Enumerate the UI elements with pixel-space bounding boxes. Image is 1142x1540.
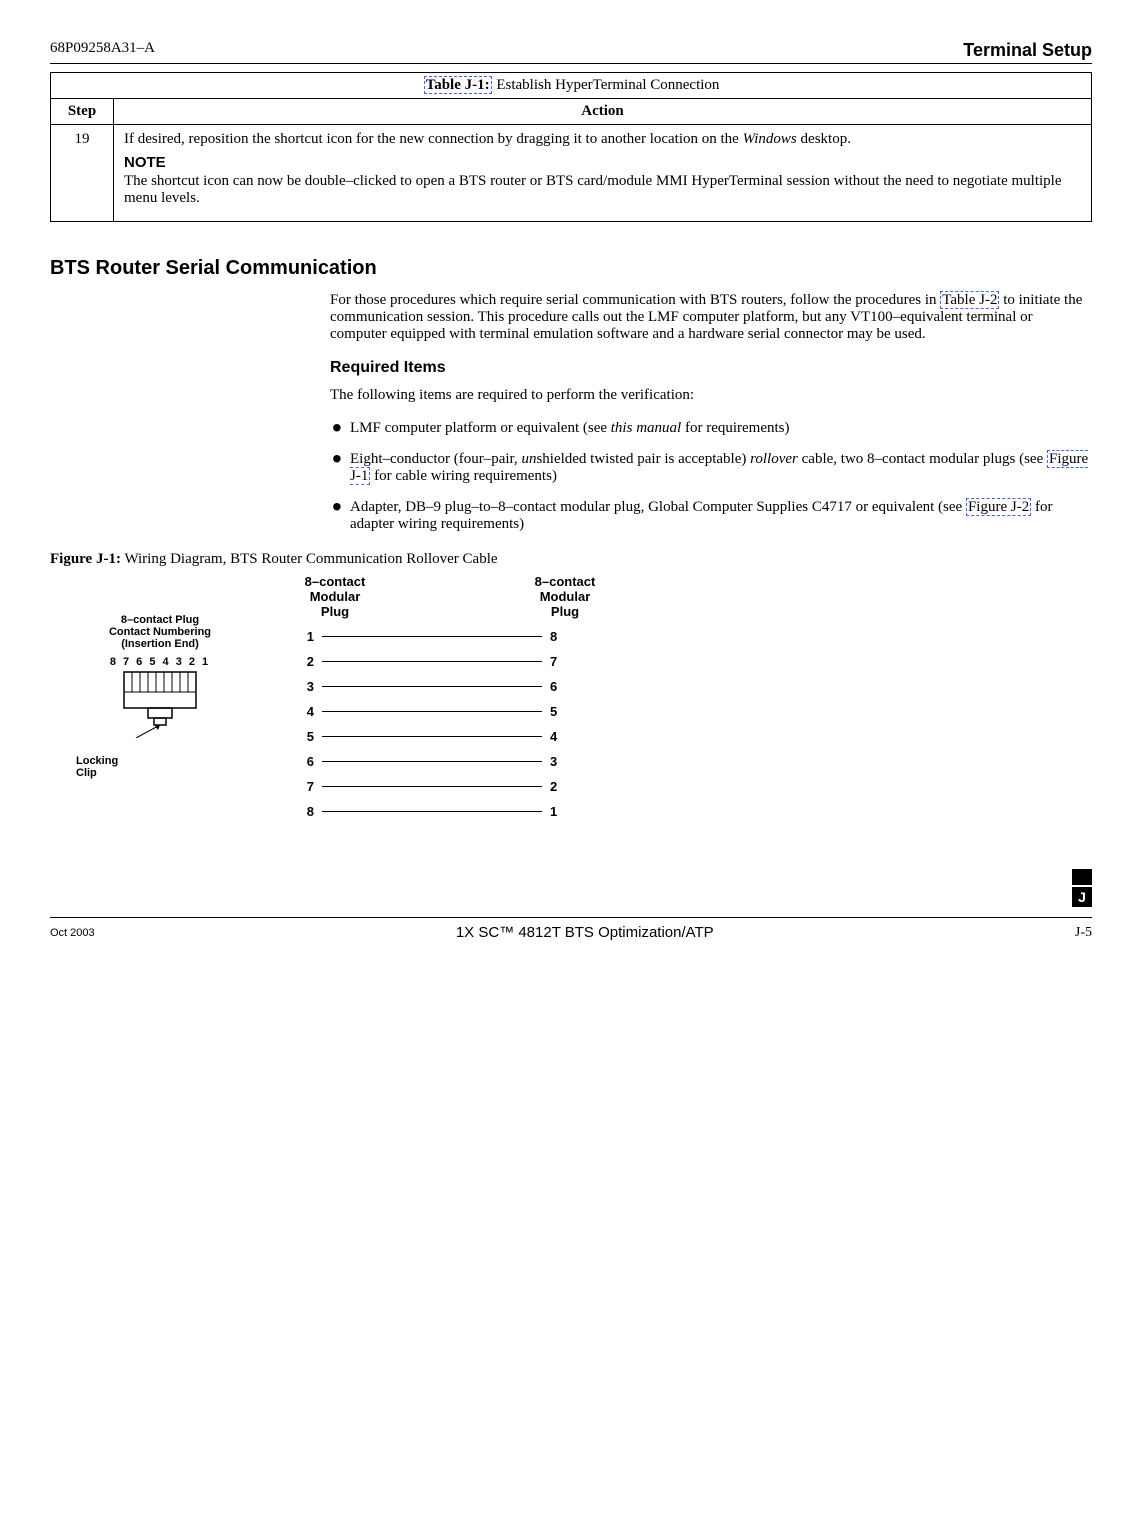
side-tab-marker — [1072, 869, 1092, 885]
figure-caption-bold: Figure J-1: — [50, 551, 121, 567]
wiring-right-pin: 8 — [550, 629, 574, 644]
wiring-right-pin: 3 — [550, 754, 574, 769]
wiring-row: 63 — [290, 754, 610, 769]
locking-clip-label: Locking Clip — [70, 755, 250, 779]
wiring-header: 8–contact Modular Plug 8–contact Modular… — [290, 574, 610, 619]
wiring-right-pin: 2 — [550, 779, 574, 794]
pin-numbers: 8 7 6 5 4 3 2 1 — [70, 656, 250, 668]
footer-date: Oct 2003 — [50, 927, 95, 939]
wiring-wire-icon — [322, 761, 542, 762]
wiring-right-pin: 5 — [550, 704, 574, 719]
table-j1-link[interactable]: Table J-1: — [423, 77, 493, 93]
col-step-header: Step — [51, 99, 114, 125]
section-body: For those procedures which require seria… — [330, 292, 1092, 533]
wiring-row: 27 — [290, 654, 610, 669]
table-header-row: Step Action — [51, 99, 1092, 125]
action-paragraph-1: If desired, reposition the shortcut icon… — [124, 131, 1081, 148]
step-number: 19 — [51, 125, 114, 222]
table-caption: Table J-1: Establish HyperTerminal Conne… — [51, 73, 1092, 99]
section-heading: BTS Router Serial Communication — [50, 257, 1092, 280]
note-label: NOTE — [124, 154, 1081, 171]
wiring-header-left: 8–contact Modular Plug — [290, 574, 380, 619]
page-footer: Oct 2003 1X SC™ 4812T BTS Optimization/A… — [50, 917, 1092, 941]
wiring-wire-icon — [322, 736, 542, 737]
ref-figure-j2-link[interactable]: Figure J-2 — [966, 498, 1031, 516]
footer-page: J-5 — [1075, 925, 1092, 941]
wiring-wire-icon — [322, 786, 542, 787]
section-paragraph: For those procedures which require seria… — [330, 292, 1092, 343]
action-paragraph-2: The shortcut icon can now be double–clic… — [124, 173, 1081, 207]
wiring-left-pin: 8 — [290, 804, 314, 819]
wiring-left-pin: 2 — [290, 654, 314, 669]
wiring-right-pin: 4 — [550, 729, 574, 744]
wiring-rows: 1827364554637281 — [290, 629, 610, 819]
wiring-row: 81 — [290, 804, 610, 819]
figure-caption-text: Wiring Diagram, BTS Router Communication… — [121, 551, 498, 567]
wiring-right-pin: 1 — [550, 804, 574, 819]
wiring-left-pin: 5 — [290, 729, 314, 744]
ref-table-j2-link[interactable]: Table J-2 — [940, 291, 999, 309]
plug-icon — [110, 668, 210, 738]
page-title: Terminal Setup — [963, 40, 1092, 61]
wiring-left-pin: 7 — [290, 779, 314, 794]
wiring-wire-icon — [322, 661, 542, 662]
wiring-left-pin: 3 — [290, 679, 314, 694]
wiring-right-pin: 7 — [550, 654, 574, 669]
side-tab-j: J — [1072, 887, 1092, 907]
wiring-left-pin: 4 — [290, 704, 314, 719]
required-items-list: LMF computer platform or equivalent (see… — [330, 420, 1092, 533]
doc-number: 68P09258A31–A — [50, 40, 155, 61]
wiring-row: 36 — [290, 679, 610, 694]
col-action-header: Action — [114, 99, 1092, 125]
figure-area: 8–contact Plug Contact Numbering (Insert… — [70, 574, 1092, 819]
action-cell: If desired, reposition the shortcut icon… — [114, 125, 1092, 222]
wiring-wire-icon — [322, 811, 542, 812]
wiring-header-right: 8–contact Modular Plug — [520, 574, 610, 619]
list-item: Adapter, DB–9 plug–to–8–contact modular … — [330, 499, 1092, 533]
list-item: LMF computer platform or equivalent (see… — [330, 420, 1092, 437]
wiring-right-pin: 6 — [550, 679, 574, 694]
list-item: Eight–conductor (four–pair, unshielded t… — [330, 451, 1092, 485]
sub-heading: Required Items — [330, 359, 1092, 377]
table-caption-text: Establish HyperTerminal Connection — [493, 77, 720, 93]
wiring-left-pin: 1 — [290, 629, 314, 644]
figure-caption: Figure J-1: Wiring Diagram, BTS Router C… — [50, 551, 1092, 568]
plug-diagram: 8–contact Plug Contact Numbering (Insert… — [70, 574, 250, 779]
page-header: 68P09258A31–A Terminal Setup — [50, 40, 1092, 64]
wiring-left-pin: 6 — [290, 754, 314, 769]
wiring-row: 72 — [290, 779, 610, 794]
wiring-diagram: 8–contact Modular Plug 8–contact Modular… — [290, 574, 610, 819]
wiring-row: 54 — [290, 729, 610, 744]
wiring-wire-icon — [322, 711, 542, 712]
table-j1: Table J-1: Establish HyperTerminal Conne… — [50, 72, 1092, 222]
wiring-wire-icon — [322, 636, 542, 637]
required-intro: The following items are required to perf… — [330, 387, 1092, 404]
wiring-wire-icon — [322, 686, 542, 687]
footer-center: 1X SC™ 4812T BTS Optimization/ATP — [456, 924, 714, 941]
plug-label: 8–contact Plug Contact Numbering (Insert… — [70, 614, 250, 650]
wiring-row: 45 — [290, 704, 610, 719]
table-row: 19 If desired, reposition the shortcut i… — [51, 125, 1092, 222]
wiring-row: 18 — [290, 629, 610, 644]
